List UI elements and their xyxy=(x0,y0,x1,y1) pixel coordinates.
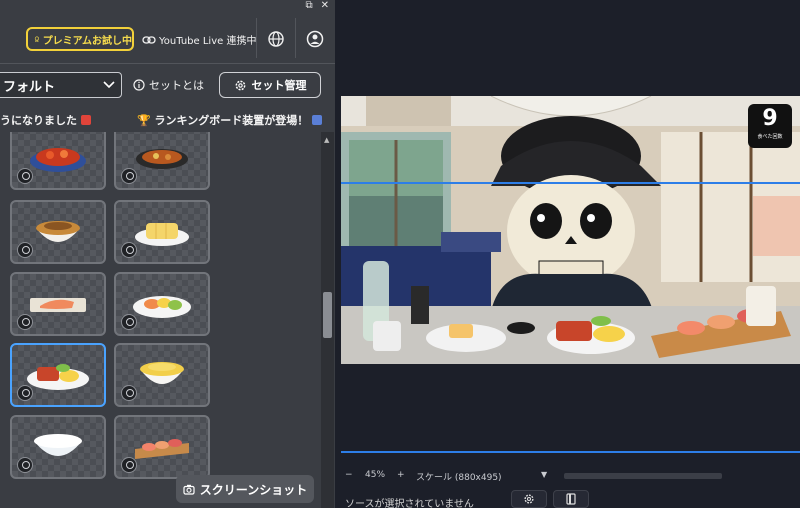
grilled-salmon-image xyxy=(30,298,86,312)
right-panel: 9 食べた回数 − 45% + スケール (880x495) ▼ ソースが選択さ… xyxy=(335,0,800,508)
set-toolbar: フォルト セットとは セット管理 xyxy=(0,70,335,100)
sushi-plate-image xyxy=(135,439,189,459)
globe-icon[interactable] xyxy=(266,29,286,49)
ribbon-icon xyxy=(17,385,33,401)
left-panel: ⧉ ✕ プレミアムお試し中 YouTube Live 連携中 フォルト セットと… xyxy=(0,0,335,508)
ribbon-icon xyxy=(17,242,33,258)
restore-icon[interactable]: ⧉ xyxy=(305,1,312,11)
guide-line-top xyxy=(341,182,800,184)
gear-icon xyxy=(235,80,245,90)
screenshot-button[interactable]: スクリーンショット xyxy=(176,475,314,503)
source-filter-button[interactable] xyxy=(553,490,589,508)
item-card-french-toast-plate[interactable] xyxy=(10,343,106,407)
divider xyxy=(256,18,257,58)
egg-rice-bowl-image xyxy=(140,362,184,384)
rice-bowl-image xyxy=(36,221,80,242)
item-card-breakfast-plate[interactable] xyxy=(114,272,210,336)
set-manage-label: セット管理 xyxy=(251,79,307,92)
score-counter: 9 食べた回数 xyxy=(748,104,792,148)
item-card-hot-pot[interactable] xyxy=(114,132,210,190)
item-grid xyxy=(0,132,322,508)
ribbon-icon xyxy=(17,457,33,473)
premium-label: プレミアムお試し中 xyxy=(42,35,132,47)
ticker-message-1: うになりました xyxy=(0,112,91,128)
score-caption: 食べた回数 xyxy=(757,134,783,140)
ribbon-icon xyxy=(121,457,137,473)
preset-select-value: フォルト xyxy=(3,79,56,95)
item-card-grilled-salmon[interactable] xyxy=(10,272,106,336)
item-card-egg-rice-bowl[interactable] xyxy=(114,343,210,407)
ribbon-icon xyxy=(17,314,33,330)
item-card-rice-bowl[interactable] xyxy=(10,200,106,264)
scroll-thumb[interactable] xyxy=(323,292,332,338)
ribbon-icon xyxy=(121,242,137,258)
about-set-link[interactable]: セットとは xyxy=(133,77,204,93)
premium-trial-button[interactable]: プレミアムお試し中 xyxy=(26,27,134,51)
horizontal-scrollbar[interactable] xyxy=(564,473,722,479)
score-value: 9 xyxy=(762,106,778,131)
scroll-up-arrow-icon[interactable]: ▲ xyxy=(324,136,329,144)
filter-icon xyxy=(566,493,576,505)
guide-line-bottom xyxy=(341,451,800,453)
preview-scene-image xyxy=(341,96,800,364)
chevron-down-icon[interactable]: ▼ xyxy=(541,470,547,479)
link-icon xyxy=(142,35,156,44)
set-manage-button[interactable]: セット管理 xyxy=(219,72,321,98)
scale-label: スケール (880x495) xyxy=(416,473,502,483)
zoom-bar: − 45% + スケール (880x495) ▼ xyxy=(341,468,800,484)
source-status-bar: ソースが選択されていません xyxy=(341,490,800,508)
chart-icon xyxy=(312,115,323,125)
item-card-sushi-plate[interactable] xyxy=(114,415,210,479)
ticker-message-2: 🏆 ランキングボード装置が登場！ xyxy=(137,112,323,128)
close-icon[interactable]: ✕ xyxy=(321,1,329,11)
ribbon-icon xyxy=(17,168,33,184)
hot-pot-image xyxy=(136,149,188,169)
white-rice-image xyxy=(34,434,82,456)
ribbon-icon xyxy=(121,168,137,184)
trophy-icon: 🏆 xyxy=(137,114,151,127)
about-set-label: セットとは xyxy=(149,79,204,92)
gear-icon xyxy=(524,494,534,504)
preset-select[interactable]: フォルト xyxy=(0,72,122,98)
zoom-in-button[interactable]: + xyxy=(397,470,405,480)
youtube-label: YouTube Live 連携中 xyxy=(159,36,257,47)
no-source-text: ソースが選択されていません xyxy=(345,499,474,508)
source-settings-button[interactable] xyxy=(511,490,547,508)
stream-preview[interactable]: 9 食べた回数 xyxy=(341,96,800,364)
chevron-down-icon xyxy=(103,81,115,89)
screenshot-label: スクリーンショット xyxy=(199,482,308,497)
app-root: ⧉ ✕ プレミアムお試し中 YouTube Live 連携中 フォルト セットと… xyxy=(0,0,800,508)
info-icon xyxy=(133,79,145,91)
window-controls: ⧉ ✕ xyxy=(305,0,335,12)
top-bar: プレミアムお試し中 YouTube Live 連携中 xyxy=(0,12,335,64)
breakfast-plate-image xyxy=(133,296,191,318)
announcement-ticker: うになりました 🏆 ランキングボード装置が登場！ xyxy=(0,110,335,130)
badge-icon xyxy=(34,36,39,43)
ribbon-icon xyxy=(121,314,137,330)
item-grid-scrollbar[interactable]: ▲ xyxy=(321,132,334,508)
item-card-kimchi-jjigae[interactable] xyxy=(10,132,106,190)
camera-icon xyxy=(183,484,195,495)
youtube-link-status[interactable]: YouTube Live 連携中 xyxy=(142,32,256,47)
ribbon-icon xyxy=(121,385,137,401)
strawberry-icon xyxy=(80,115,91,125)
kimchi-jjigae-image xyxy=(30,148,86,172)
item-card-white-rice[interactable] xyxy=(10,415,106,479)
french-toast-plate-image xyxy=(27,364,89,390)
item-card-tamagoyaki[interactable] xyxy=(114,200,210,264)
zoom-out-button[interactable]: − xyxy=(345,470,353,480)
zoom-percent: 45% xyxy=(365,470,386,480)
divider xyxy=(295,18,296,58)
tamagoyaki-image xyxy=(135,223,189,246)
account-icon[interactable] xyxy=(305,29,325,49)
